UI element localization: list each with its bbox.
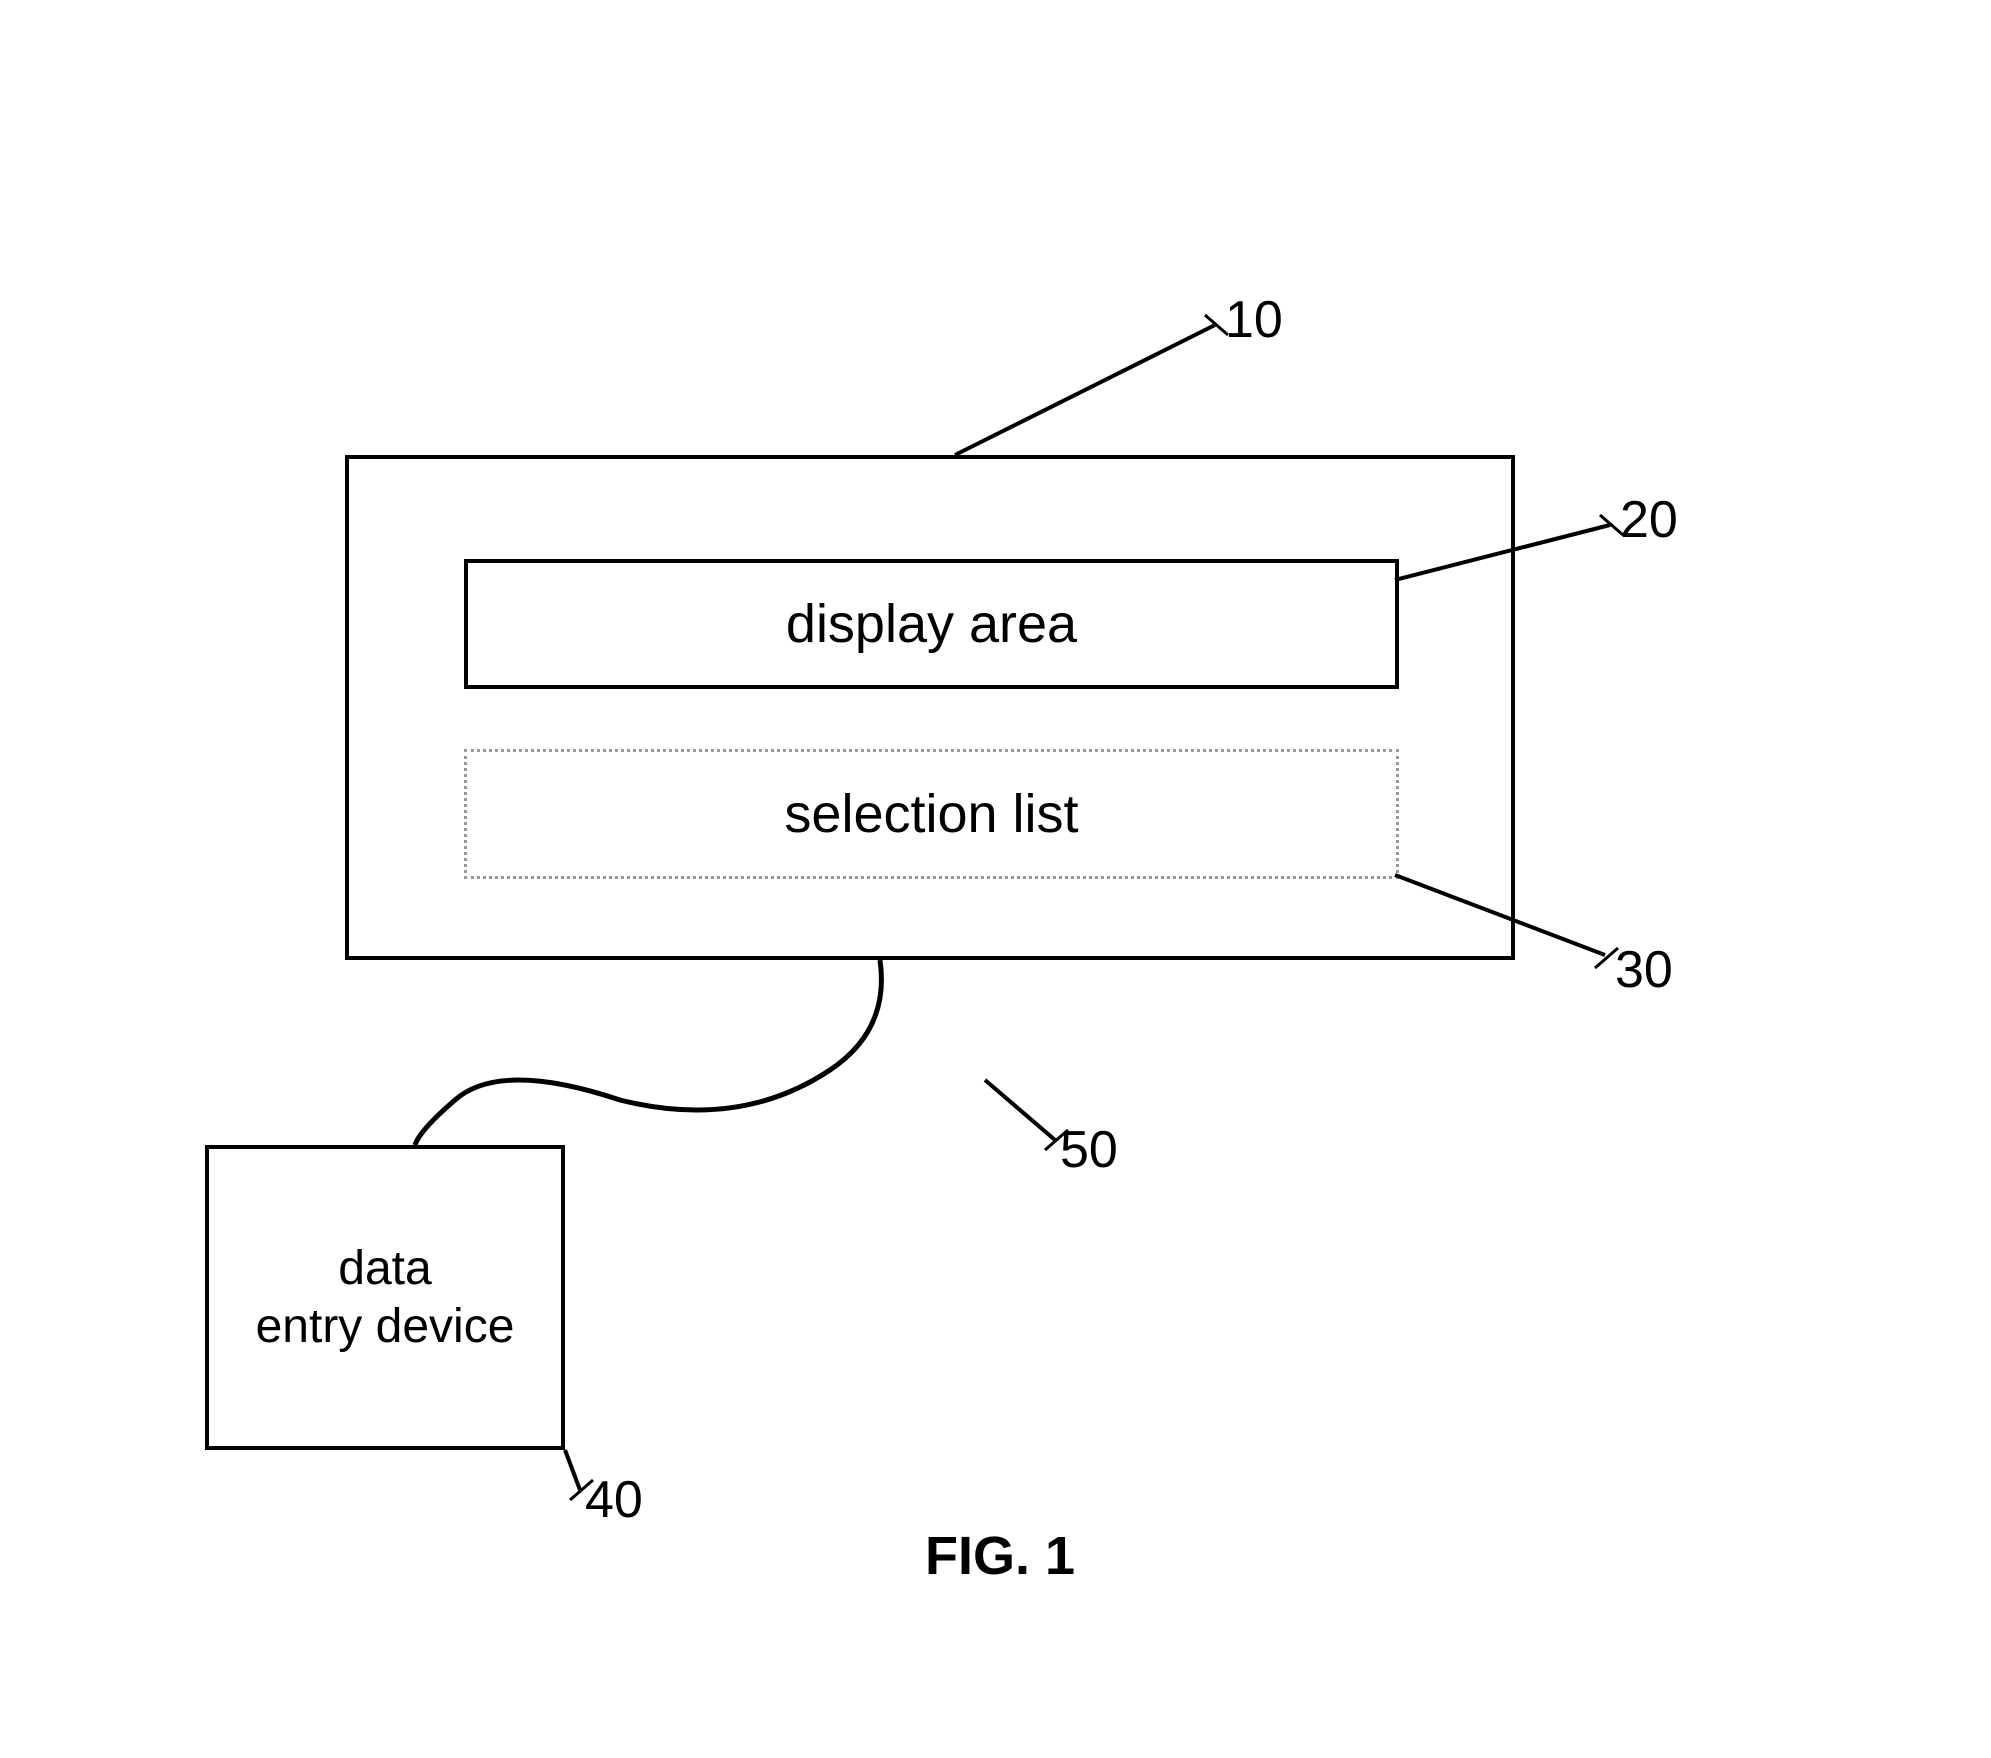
reference-label-10: 10 — [1225, 290, 1283, 350]
display-area-box: display area — [464, 559, 1399, 689]
reference-label-40: 40 — [585, 1470, 643, 1530]
reference-label-50: 50 — [1060, 1120, 1118, 1180]
selection-list-label: selection list — [784, 783, 1078, 845]
data-entry-device-label: data entry device — [256, 1240, 515, 1355]
reference-label-20: 20 — [1620, 490, 1678, 550]
display-area-label: display area — [786, 593, 1077, 655]
figure-label: FIG. 1 — [925, 1525, 1075, 1587]
main-container-box: display area selection list — [345, 455, 1515, 960]
selection-list-box: selection list — [464, 749, 1399, 879]
reference-label-30: 30 — [1615, 940, 1673, 1000]
data-entry-device-box: data entry device — [205, 1145, 565, 1450]
